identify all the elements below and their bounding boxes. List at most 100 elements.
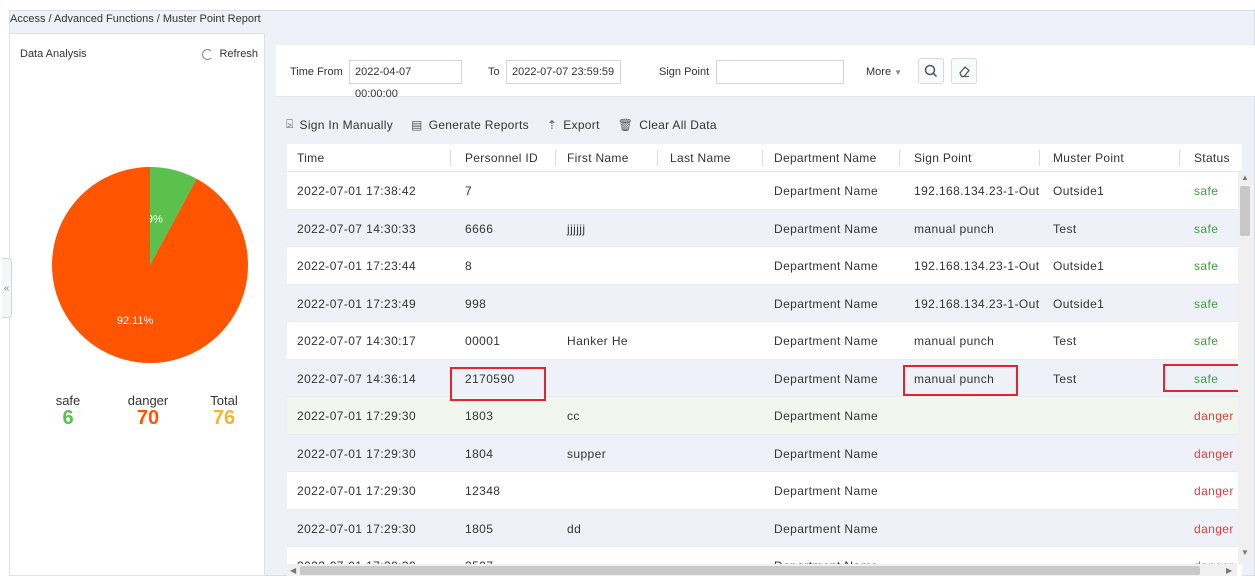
pie-slice-label: 92.11%	[117, 315, 154, 327]
table-row[interactable]: 2022-07-01 17:29:30 1804 supper Department …	[287, 434, 1242, 472]
cell-status: safe	[1194, 334, 1219, 348]
time-from-label: Time From	[290, 66, 343, 78]
clear-all-data-button[interactable]: 🗑 Clear All Data	[618, 117, 717, 132]
refresh-icon	[202, 48, 214, 60]
stat-total-label: Total	[210, 393, 238, 408]
table-row[interactable]: 2022-07-01 17:29:30 1805 dd Department Name…	[287, 509, 1242, 547]
cell-id: 1803	[465, 409, 494, 423]
column-header-department-name[interactable]: Department Name	[774, 151, 877, 165]
time-from-input[interactable]: 2022-04-07 00:00:00	[349, 60, 462, 100]
highlight-box-status	[1163, 364, 1240, 392]
export-button[interactable]: ⇡ Export	[547, 117, 600, 132]
generate-reports-label: Generate Reports	[428, 117, 529, 132]
column-header-last-name[interactable]: Last Name	[670, 151, 731, 165]
cell-time: 2022-07-01 17:29:30	[297, 446, 417, 461]
cell-dept: Department Name	[774, 371, 879, 386]
scroll-left-arrow-icon[interactable]: ◀	[290, 566, 296, 575]
cell-dept: Department Name	[774, 221, 879, 236]
cell-status: danger	[1194, 521, 1234, 536]
column-header-muster-point[interactable]: Muster Point	[1053, 151, 1124, 165]
search-button[interactable]	[918, 58, 944, 84]
toolbar: ⍄ Sign In Manually ▤ Generate Reports ⇡ …	[286, 117, 717, 132]
clear-all-data-label: Clear All Data	[639, 117, 717, 132]
table-row[interactable]: 2022-07-07 14:36:14 2170590 Department Nam…	[287, 359, 1242, 397]
cell-status: danger	[1194, 484, 1234, 498]
scroll-down-arrow-icon[interactable]: ▼	[1241, 548, 1249, 557]
cell-dept: Department Name	[774, 184, 879, 198]
column-header-personnel-id[interactable]: Personnel ID	[465, 151, 538, 165]
cell-time: 2022-07-07 14:36:14	[297, 371, 417, 386]
time-to-input[interactable]: 2022-07-07 23:59:59	[506, 60, 621, 84]
trash-icon: 🗑	[617, 117, 634, 132]
table-row[interactable]: 2022-07-01 17:29:30 12348 Department Name d…	[287, 472, 1242, 510]
vertical-scroll-thumb[interactable]	[1240, 186, 1250, 236]
collapse-panel-button[interactable]: «	[2, 258, 12, 318]
cell-first: cc	[567, 409, 580, 423]
scroll-right-arrow-icon[interactable]: ▶	[1226, 566, 1232, 575]
cell-id: 998	[465, 296, 487, 311]
stat-danger: danger 70	[118, 393, 178, 429]
clear-filter-button[interactable]	[951, 58, 977, 84]
column-header-sign-point[interactable]: Sign Point	[914, 151, 972, 165]
refresh-button[interactable]: Refresh	[202, 48, 258, 60]
stat-danger-value: 70	[136, 407, 160, 429]
column-header-time[interactable]: Time	[297, 151, 324, 165]
table-row[interactable]: 2022-07-01 17:23:49 998 Department Name 192…	[287, 284, 1242, 322]
table-row[interactable]: 2022-07-07 14:30:17 00001 Hanker He Departm…	[287, 322, 1242, 360]
cell-id: 8	[465, 259, 473, 273]
more-label: More	[866, 66, 892, 78]
double-chevron-left-icon: «	[3, 282, 10, 294]
sign-point-input[interactable]	[716, 60, 844, 84]
cell-time: 2022-07-01 17:38:42	[297, 184, 417, 198]
pie-chart: 7.89%92.11%	[52, 167, 248, 363]
stat-total: Total 76	[204, 393, 244, 429]
cell-id: 6666	[465, 221, 494, 236]
cell-id: 1804	[465, 446, 494, 461]
cell-time: 2022-07-01 17:23:44	[297, 259, 417, 273]
column-header-status[interactable]: Status	[1194, 151, 1230, 165]
column-header-first-name[interactable]: First Name	[567, 151, 629, 165]
horizontal-scroll-thumb[interactable]	[300, 566, 1200, 575]
generate-reports-button[interactable]: ▤ Generate Reports	[411, 117, 529, 132]
refresh-label: Refresh	[219, 48, 258, 60]
cell-status: safe	[1194, 259, 1219, 273]
cell-dept: Department Name	[774, 409, 879, 423]
filter-bar: Time From 2022-04-07 00:00:00 To 2022-07…	[276, 45, 1255, 100]
cell-sign: 192.168.134.23-1-Out	[914, 296, 1040, 311]
cell-sign: 192.168.134.23-1-Out	[914, 259, 1040, 273]
cell-time: 2022-07-01 17:29:30	[297, 521, 417, 536]
table-header: Time Personnel ID First Name Last Name D…	[287, 144, 1242, 172]
column-divider	[657, 150, 658, 166]
cell-first: Hanker He	[567, 334, 628, 348]
table-row[interactable]: 2022-07-01 17:38:42 7 Department Name 192.1…	[287, 172, 1242, 210]
cell-time: 2022-07-07 14:30:33	[297, 221, 417, 236]
cell-id: 7	[465, 184, 473, 198]
sign-point-label: Sign Point	[659, 66, 710, 78]
scroll-up-arrow-icon[interactable]: ▲	[1241, 173, 1249, 182]
time-to-label: To	[488, 66, 500, 78]
table-row[interactable]: 2022-07-07 14:30:33 6666 jjjjjj Department …	[287, 209, 1242, 247]
cell-time: 2022-07-01 17:29:30	[297, 484, 417, 498]
search-icon	[924, 64, 938, 78]
cell-status: danger	[1194, 446, 1234, 461]
highlight-box-sign-point	[903, 365, 1018, 396]
caret-down-icon: ▼	[894, 68, 903, 77]
cell-time: 2022-07-01 17:23:49	[297, 296, 417, 311]
column-divider	[555, 150, 556, 166]
eraser-icon	[959, 66, 970, 78]
stat-danger-label: danger	[127, 393, 169, 408]
report-icon: ▤	[411, 117, 423, 132]
highlight-box-personnel-id	[450, 367, 546, 401]
cell-muster: Outside1	[1053, 259, 1105, 273]
cell-dept: Department Name	[774, 334, 879, 348]
cell-status: danger	[1194, 409, 1234, 423]
table-row[interactable]: 2022-07-01 17:23:44 8 Department Name 192.1…	[287, 247, 1242, 285]
table-row[interactable]: 2022-07-01 17:29:30 1803 cc Department Name…	[287, 397, 1242, 435]
sign-in-manually-button[interactable]: ⍄ Sign In Manually	[286, 117, 393, 132]
pie-slice	[52, 167, 248, 363]
cell-id: 1805	[465, 521, 494, 536]
more-dropdown[interactable]: More ▼	[866, 66, 902, 78]
muster-report-table: Time Personnel ID First Name Last Name D…	[287, 144, 1242, 576]
column-divider	[899, 150, 900, 166]
cell-time: 2022-07-07 14:30:17	[297, 334, 417, 348]
